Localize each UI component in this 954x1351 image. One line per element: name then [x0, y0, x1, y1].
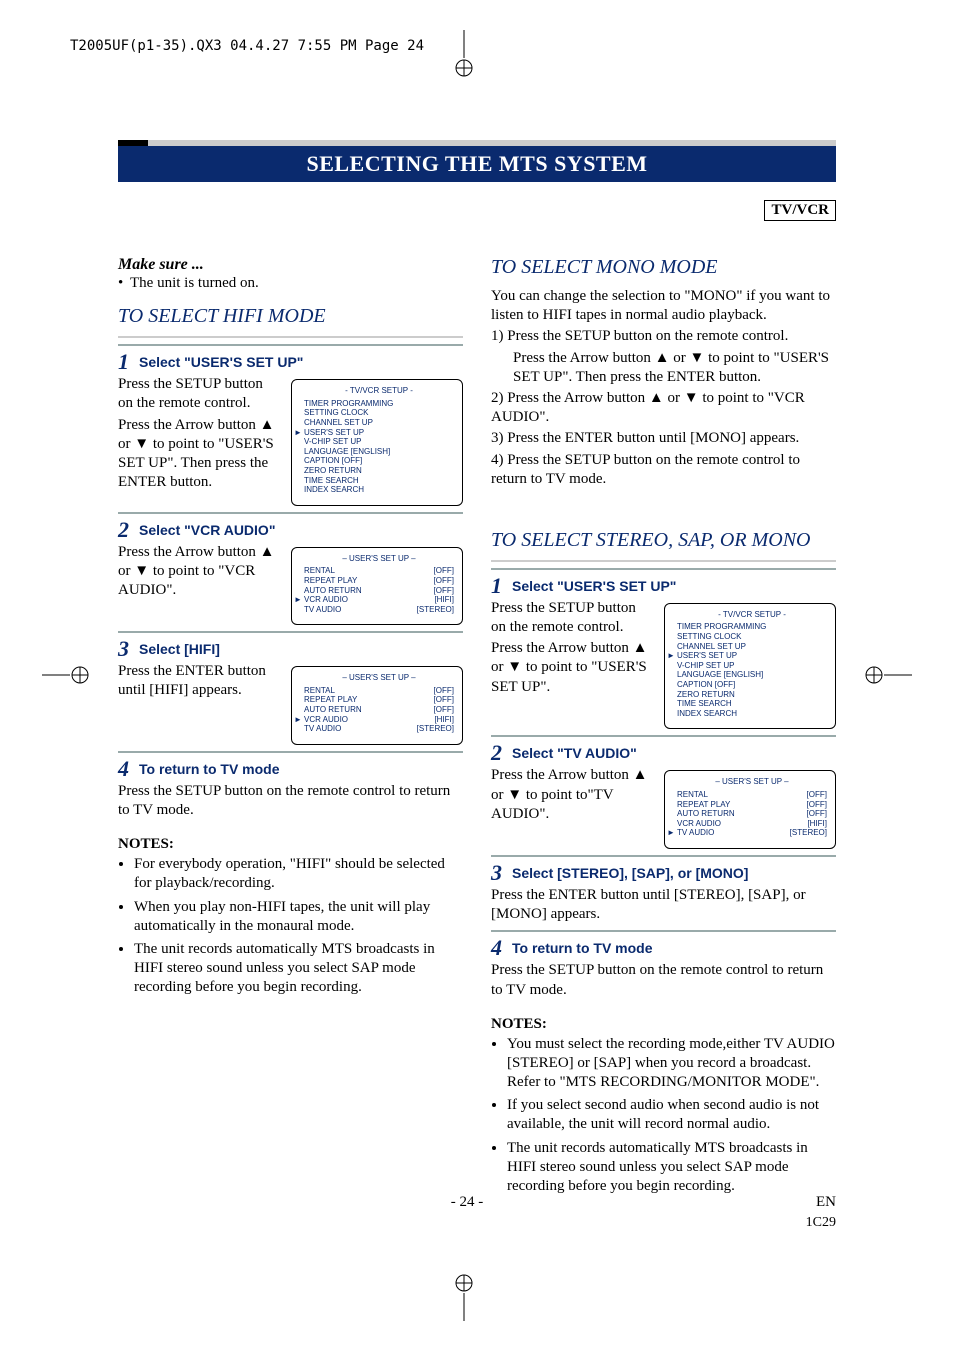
step1-text: Press the SETUP button on the remote con… — [118, 375, 277, 494]
lang-code: EN — [816, 1194, 836, 1211]
footer: - 24 - EN — [118, 1194, 836, 1211]
r-step1-label: Select "USER'S SET UP" — [512, 578, 676, 594]
step2-text: Press the Arrow button ▲ or ▼ to point t… — [118, 543, 277, 603]
r-step3-line1: Press the ENTER button until [STEREO], [… — [491, 886, 836, 924]
step4-label: To return to TV mode — [139, 761, 280, 777]
step1-head: 1 Select "USER'S SET UP" — [118, 344, 463, 375]
r-step2-head: 2 Select "TV AUDIO" — [491, 735, 836, 766]
print-header: T2005UF(p1-35).QX3 04.4.27 7:55 PM Page … — [70, 38, 424, 54]
mono-4: 4) Press the SETUP button on the remote … — [491, 451, 836, 489]
osd-user-setup-vcr-2: – USER'S SET UP –RENTAL[OFF]REPEAT PLAY[… — [291, 666, 463, 745]
r-step1-text: Press the SETUP button on the remote con… — [491, 599, 650, 699]
r-step2-label: Select "TV AUDIO" — [512, 745, 637, 761]
mono-2: 2) Press the Arrow button ▲ or ▼ to poin… — [491, 389, 836, 427]
page: T2005UF(p1-35).QX3 04.4.27 7:55 PM Page … — [0, 0, 954, 1351]
right-notes: You must select the recording mode,eithe… — [491, 1035, 836, 1197]
step2-line1: Press the Arrow button ▲ or ▼ to point t… — [118, 543, 277, 601]
osd-tvvcr-setup-2: - TV/VCR SETUP -TIMER PROGRAMMINGSETTING… — [664, 603, 836, 730]
r-step1-num: 1 — [491, 573, 502, 598]
page-title: SELECTING THE MTS SYSTEM — [118, 146, 836, 182]
osd-user-setup-vcr-1: – USER'S SET UP –RENTAL[OFF]REPEAT PLAY[… — [291, 547, 463, 626]
step1-num: 1 — [118, 349, 129, 374]
step3-head: 3 Select [HIFI] — [118, 631, 463, 662]
osd-tvvcr-setup: - TV/VCR SETUP -TIMER PROGRAMMINGSETTING… — [291, 379, 463, 506]
step2-head: 2 Select "VCR AUDIO" — [118, 512, 463, 543]
step3-text: Press the ENTER button until [HIFI] appe… — [118, 662, 277, 702]
mono-heading: TO SELECT MONO MODE — [491, 256, 836, 279]
left-column: Make sure ... •The unit is turned on. TO… — [118, 256, 463, 1200]
mono-3: 3) Press the ENTER button until [MONO] a… — [491, 429, 836, 448]
r-step2-line1: Press the Arrow button ▲ or ▼ to point t… — [491, 766, 650, 824]
crop-mark-top — [455, 30, 473, 78]
content: SELECTING THE MTS SYSTEM TV/VCR Make sur… — [118, 140, 836, 1200]
r-step4-text: Press the SETUP button on the remote con… — [491, 961, 836, 999]
footer-code: 1C29 — [806, 1215, 836, 1231]
page-number: - 24 - — [451, 1194, 484, 1211]
r-step4-num: 4 — [491, 935, 502, 960]
r-step4-line1: Press the SETUP button on the remote con… — [491, 961, 836, 999]
r-step2-num: 2 — [491, 740, 502, 765]
right-column: TO SELECT MONO MODE You can change the s… — [491, 256, 836, 1200]
crop-mark-right — [864, 666, 912, 684]
mono-1b: Press the Arrow button ▲ or ▼ to point t… — [491, 349, 836, 387]
crop-mark-bottom — [455, 1273, 473, 1321]
stereo-heading: TO SELECT STEREO, SAP, OR MONO — [491, 529, 836, 552]
title-bar: SELECTING THE MTS SYSTEM — [118, 140, 836, 180]
hifi-heading: TO SELECT HIFI MODE — [118, 305, 463, 328]
left-notes-heading: NOTES: — [118, 836, 463, 853]
mono-1a: 1) Press the SETUP button on the remote … — [491, 327, 836, 346]
left-notes: For everybody operation, "HIFI" should b… — [118, 855, 463, 997]
osd-user-setup-tv: – USER'S SET UP –RENTAL[OFF]REPEAT PLAY[… — [664, 770, 836, 849]
step4-line1: Press the SETUP button on the remote con… — [118, 782, 463, 820]
step1-line2: Press the Arrow button ▲ or ▼ to point t… — [118, 416, 277, 493]
step1-label: Select "USER'S SET UP" — [139, 354, 303, 370]
r-step3-num: 3 — [491, 860, 502, 885]
r-step1-line2: Press the Arrow button ▲ or ▼ to point t… — [491, 639, 650, 697]
make-sure-text: The unit is turned on. — [130, 274, 259, 293]
step2-label: Select "VCR AUDIO" — [139, 522, 275, 538]
step3-label: Select [HIFI] — [139, 641, 220, 657]
tv-vcr-tag: TV/VCR — [764, 200, 836, 221]
step2-num: 2 — [118, 517, 129, 542]
step4-head: 4 To return to TV mode — [118, 751, 463, 782]
step1-line1: Press the SETUP button on the remote con… — [118, 375, 277, 413]
make-sure-item: •The unit is turned on. — [118, 274, 463, 293]
r-step3-head: 3 Select [STEREO], [SAP], or [MONO] — [491, 855, 836, 886]
r-step3-text: Press the ENTER button until [STEREO], [… — [491, 886, 836, 924]
mono-intro: You can change the selection to "MONO" i… — [491, 287, 836, 325]
step3-line1: Press the ENTER button until [HIFI] appe… — [118, 662, 277, 700]
r-step1-head: 1 Select "USER'S SET UP" — [491, 568, 836, 599]
mono-body: You can change the selection to "MONO" i… — [491, 287, 836, 489]
step4-text: Press the SETUP button on the remote con… — [118, 782, 463, 820]
r-step4-head: 4 To return to TV mode — [491, 930, 836, 961]
step3-num: 3 — [118, 636, 129, 661]
step4-num: 4 — [118, 756, 129, 781]
r-step3-label: Select [STEREO], [SAP], or [MONO] — [512, 865, 748, 881]
r-step4-label: To return to TV mode — [512, 940, 653, 956]
right-notes-heading: NOTES: — [491, 1016, 836, 1033]
make-sure-heading: Make sure ... — [118, 256, 463, 274]
r-step2-text: Press the Arrow button ▲ or ▼ to point t… — [491, 766, 650, 826]
r-step1-line1: Press the SETUP button on the remote con… — [491, 599, 650, 637]
crop-mark-left — [42, 666, 90, 684]
